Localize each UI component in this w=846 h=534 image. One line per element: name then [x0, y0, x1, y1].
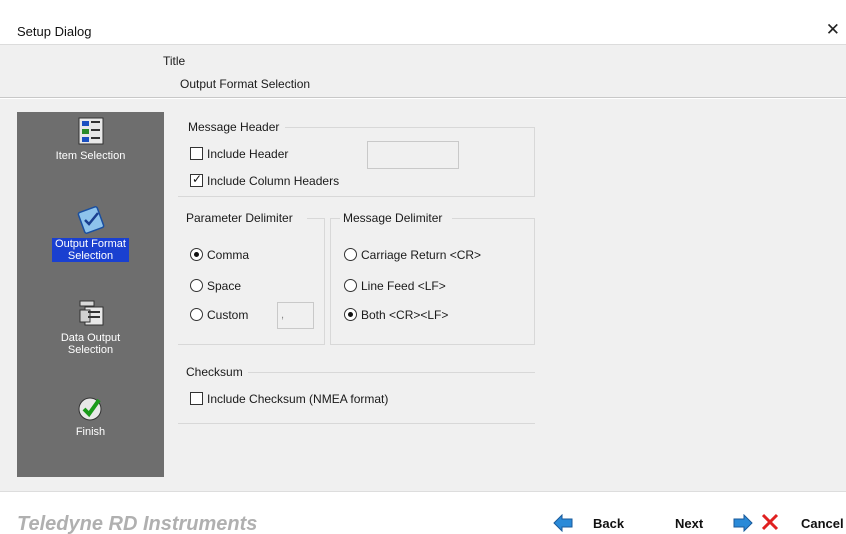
sidebar-item-finish[interactable]: Finish [17, 392, 164, 438]
wizard-footer: Teledyne RD Instruments Back Next Cancel [0, 491, 846, 534]
include-header-checkbox[interactable] [190, 147, 203, 160]
cancel-x-icon[interactable] [761, 513, 779, 534]
line-feed-label[interactable]: Line Feed <LF> [361, 279, 446, 293]
header-title: Title [163, 54, 186, 68]
sidebar-item-label: Finish [75, 426, 106, 438]
header-subtitle: Output Format Selection [180, 77, 311, 91]
sidebar-item-output-format-selection[interactable]: Output Format Selection [17, 204, 164, 262]
parameter-delimiter-legend: Parameter Delimiter [186, 211, 293, 225]
wizard-header: Title Output Format Selection [0, 44, 846, 98]
finish-icon [76, 392, 106, 422]
both-cr-lf-label[interactable]: Both <CR><LF> [361, 308, 448, 322]
checksum-legend: Checksum [186, 365, 243, 379]
line-feed-radio[interactable] [344, 279, 357, 292]
comma-radio[interactable] [190, 248, 203, 261]
message-header-legend: Message Header [188, 120, 280, 134]
custom-delimiter-field[interactable]: , [277, 302, 314, 329]
content-area: Item Selection Output Format Selection D… [0, 99, 846, 491]
back-button[interactable]: Back [593, 516, 624, 531]
sidebar-item-label: Item Selection [55, 150, 126, 162]
include-column-headers-label[interactable]: Include Column Headers [207, 174, 339, 188]
data-output-icon [76, 298, 106, 328]
brand-name: Teledyne RD Instruments [17, 513, 258, 534]
window-title: Setup Dialog [17, 24, 92, 39]
include-checksum-label[interactable]: Include Checksum (NMEA format) [207, 392, 388, 406]
next-arrow-icon[interactable] [733, 513, 753, 534]
next-button[interactable]: Next [675, 516, 703, 531]
include-column-headers-checkbox[interactable] [190, 172, 203, 187]
sidebar-item-item-selection[interactable]: Item Selection [17, 116, 164, 162]
carriage-return-label[interactable]: Carriage Return <CR> [361, 248, 481, 262]
cancel-button[interactable]: Cancel [801, 516, 844, 531]
carriage-return-radio[interactable] [344, 248, 357, 261]
sidebar-item-label: Data Output Selection [60, 332, 121, 356]
message-delimiter-legend: Message Delimiter [343, 211, 443, 225]
close-icon[interactable]: ✕ [826, 20, 840, 40]
item-selection-icon [76, 116, 106, 146]
space-label[interactable]: Space [207, 279, 241, 293]
include-checksum-checkbox[interactable] [190, 392, 203, 405]
both-cr-lf-radio[interactable] [344, 308, 357, 321]
output-format-icon [76, 204, 106, 234]
wizard-sidebar: Item Selection Output Format Selection D… [17, 112, 164, 477]
title-bar: Setup Dialog ✕ [0, 0, 846, 44]
comma-label[interactable]: Comma [207, 248, 249, 262]
sidebar-item-label: Output Format Selection [52, 238, 129, 262]
header-text-field[interactable] [367, 141, 459, 169]
custom-radio[interactable] [190, 308, 203, 321]
back-arrow-icon[interactable] [553, 513, 573, 534]
include-header-label[interactable]: Include Header [207, 147, 288, 161]
custom-label[interactable]: Custom [207, 308, 248, 322]
space-radio[interactable] [190, 279, 203, 292]
sidebar-item-data-output-selection[interactable]: Data Output Selection [17, 298, 164, 356]
